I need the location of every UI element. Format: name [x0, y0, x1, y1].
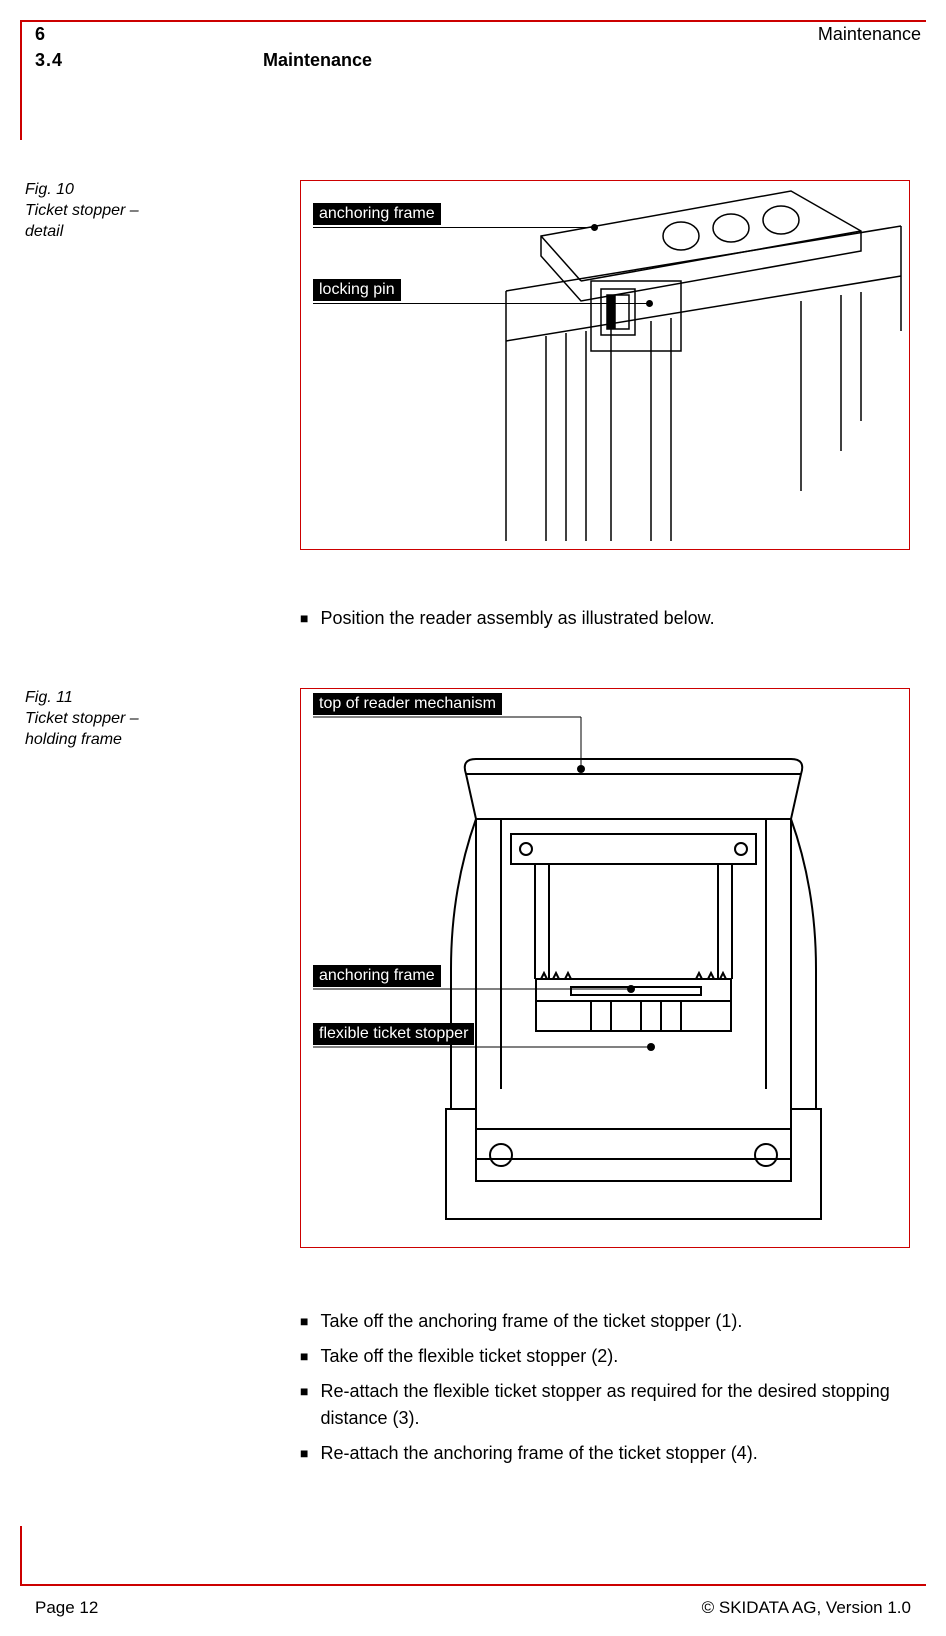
section-number: 3.4 — [35, 50, 63, 71]
bullet-item: ■ Take off the anchoring frame of the ti… — [300, 1308, 916, 1335]
page-border-left — [20, 20, 22, 140]
page-border-bottom — [20, 1584, 926, 1586]
fig11-caption-line1: Fig. 11 — [25, 688, 175, 709]
page-header: 6 Maintenance — [35, 24, 921, 45]
square-bullet-icon: ■ — [300, 1343, 308, 1370]
page-border-top — [20, 20, 926, 22]
footer-copyright: © SKIDATA AG, Version 1.0 — [702, 1598, 911, 1618]
page-subheader: 3.4 Maintenance — [35, 50, 372, 71]
bullet-item: ■ Re-attach the flexible ticket stopper … — [300, 1378, 916, 1432]
page-footer: Page 12 © SKIDATA AG, Version 1.0 — [35, 1598, 911, 1618]
fig10-dot-locking — [646, 300, 653, 307]
instruction-text: Re-attach the flexible ticket stopper as… — [320, 1378, 916, 1432]
instruction-block-1: ■ Position the reader assembly as illust… — [300, 605, 916, 640]
figure-11: top of reader mechanism anchoring frame … — [300, 688, 910, 1248]
fig10-caption-line2: Ticket stopper – — [25, 201, 175, 222]
fig11-caption: Fig. 11 Ticket stopper – holding frame — [25, 688, 175, 750]
fig11-callout-flexible-stopper: flexible ticket stopper — [313, 1023, 474, 1045]
fig10-caption-line1: Fig. 10 — [25, 180, 175, 201]
bullet-item: ■ Position the reader assembly as illust… — [300, 605, 916, 632]
header-category: Maintenance — [818, 24, 921, 45]
bullet-item: ■ Re-attach the anchoring frame of the t… — [300, 1440, 916, 1467]
page-border-left-bottom — [20, 1526, 22, 1586]
instruction-block-2: ■ Take off the anchoring frame of the ti… — [300, 1308, 916, 1475]
fig10-drawing — [301, 181, 909, 549]
header-page-number: 6 — [35, 24, 45, 45]
bullet-item: ■ Take off the flexible ticket stopper (… — [300, 1343, 916, 1370]
fig10-callout-anchoring-frame: anchoring frame — [313, 203, 441, 225]
fig10-dot-anchoring — [591, 224, 598, 231]
fig10-callout-locking-pin: locking pin — [313, 279, 401, 301]
fig10-caption: Fig. 10 Ticket stopper – detail — [25, 180, 175, 242]
figure-10: anchoring frame locking pin — [300, 180, 910, 550]
instruction-text: Take off the anchoring frame of the tick… — [320, 1308, 916, 1335]
fig11-caption-line2: Ticket stopper – — [25, 709, 175, 730]
instruction-text: Position the reader assembly as illustra… — [320, 605, 916, 632]
instruction-text: Take off the flexible ticket stopper (2)… — [320, 1343, 916, 1370]
section-title: Maintenance — [263, 50, 372, 71]
square-bullet-icon: ■ — [300, 1440, 308, 1467]
instruction-text: Re-attach the anchoring frame of the tic… — [320, 1440, 916, 1467]
fig10-line-anchoring — [313, 227, 593, 228]
square-bullet-icon: ■ — [300, 1308, 308, 1335]
fig10-caption-line3: detail — [25, 222, 175, 243]
fig10-line-locking — [313, 303, 648, 304]
footer-page-number: Page 12 — [35, 1598, 98, 1618]
fig11-callout-anchoring-frame: anchoring frame — [313, 965, 441, 987]
fig11-caption-line3: holding frame — [25, 730, 175, 751]
square-bullet-icon: ■ — [300, 1378, 308, 1432]
square-bullet-icon: ■ — [300, 605, 308, 632]
